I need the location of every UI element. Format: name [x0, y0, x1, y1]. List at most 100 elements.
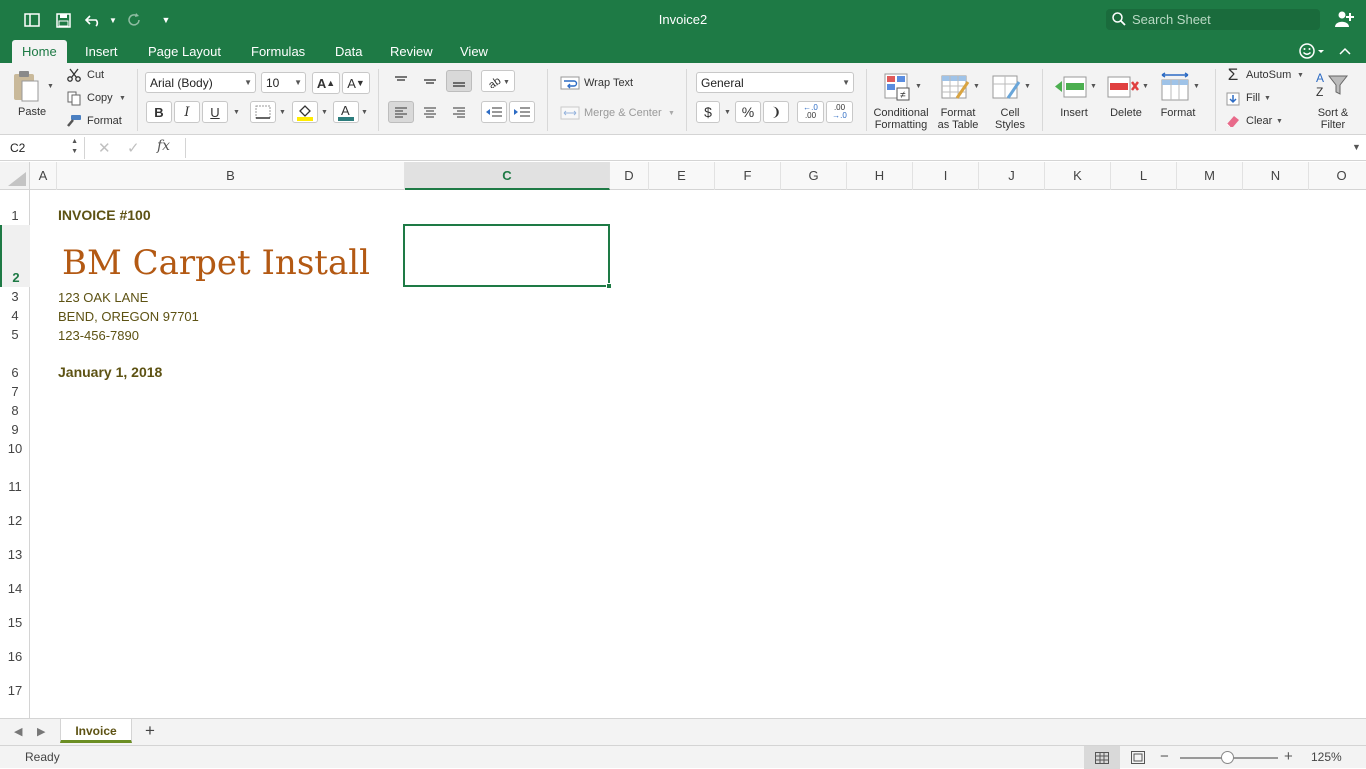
conditional-formatting-icon[interactable]: ≠	[881, 71, 915, 103]
expand-formula-bar-icon[interactable]: ▼	[1352, 142, 1361, 152]
insert-cells-icon[interactable]	[1053, 71, 1089, 103]
row-header-3[interactable]: 3	[0, 287, 30, 306]
row-header-2[interactable]: 2	[0, 225, 30, 287]
fill-dropdown-icon[interactable]: ▼	[1264, 95, 1271, 102]
undo-icon[interactable]	[84, 10, 104, 30]
borders-icon[interactable]	[250, 101, 276, 123]
name-box-stepper-icon[interactable]: ▲ ▼	[71, 137, 78, 157]
delete-cells-icon[interactable]	[1105, 71, 1141, 103]
delete-cells-button[interactable]: Delete	[1106, 107, 1146, 119]
column-header-a[interactable]: A	[30, 162, 57, 190]
row-header-14[interactable]: 14	[0, 564, 30, 598]
tab-insert[interactable]: Insert	[75, 40, 128, 63]
autosum-button[interactable]: AutoSum	[1246, 69, 1291, 81]
orientation-icon[interactable]: ab ▼	[481, 70, 515, 92]
align-left-icon[interactable]	[388, 101, 414, 123]
fill-button[interactable]: Fill	[1246, 92, 1260, 104]
scissors-icon[interactable]	[66, 67, 82, 83]
company-name-cell[interactable]: BM Carpet Install	[62, 243, 370, 283]
format-as-table-icon[interactable]	[938, 71, 972, 103]
increase-indent-icon[interactable]	[509, 101, 535, 123]
copy-button[interactable]: Copy	[87, 92, 113, 104]
align-right-icon[interactable]	[446, 101, 472, 123]
format-cells-icon[interactable]	[1157, 71, 1193, 103]
tab-review[interactable]: Review	[380, 40, 443, 63]
select-all-button[interactable]	[0, 162, 30, 190]
sheet-tab-invoice[interactable]: Invoice	[60, 719, 132, 743]
cut-button[interactable]: Cut	[87, 69, 104, 81]
column-header-m[interactable]: M	[1177, 162, 1243, 190]
column-header-d[interactable]: D	[610, 162, 649, 190]
zoom-level[interactable]: 125%	[1311, 750, 1342, 764]
page-layout-view-icon[interactable]	[1124, 746, 1152, 769]
italic-button[interactable]: I	[174, 101, 200, 123]
tab-formulas[interactable]: Formulas	[241, 40, 315, 63]
row-header-7[interactable]: 7	[0, 382, 30, 401]
font-color-icon[interactable]: A	[333, 101, 359, 123]
paste-icon[interactable]	[8, 67, 44, 105]
feedback-smiley-icon[interactable]	[1298, 42, 1328, 60]
next-sheet-icon[interactable]: ▶	[37, 725, 45, 738]
row-header-6[interactable]: 6	[0, 344, 30, 382]
copy-dropdown-icon[interactable]: ▼	[119, 95, 126, 102]
column-header-n[interactable]: N	[1243, 162, 1309, 190]
add-sheet-icon[interactable]: +	[145, 721, 155, 741]
decrease-indent-icon[interactable]	[481, 101, 507, 123]
font-name-dropdown[interactable]: Arial (Body) ▼	[145, 72, 256, 93]
column-header-e[interactable]: E	[649, 162, 715, 190]
insert-cells-button[interactable]: Insert	[1056, 107, 1092, 119]
city-state-cell[interactable]: BEND, OREGON 97701	[58, 309, 199, 324]
format-table-dropdown-icon[interactable]: ▼	[973, 83, 980, 90]
align-middle-icon[interactable]	[417, 70, 443, 92]
search-input[interactable]: Search Sheet	[1106, 9, 1320, 30]
fill-color-icon[interactable]	[292, 101, 318, 123]
insert-function-icon[interactable]: fx	[157, 138, 170, 154]
fill-handle[interactable]	[606, 283, 612, 289]
fill-down-icon[interactable]	[1225, 91, 1241, 107]
column-header-b[interactable]: B	[57, 162, 405, 190]
invoice-date-cell[interactable]: January 1, 2018	[58, 364, 162, 380]
row-header-13[interactable]: 13	[0, 530, 30, 564]
format-painter-icon[interactable]	[66, 113, 82, 129]
row-header-5[interactable]: 5	[0, 325, 30, 344]
conditional-dropdown-icon[interactable]: ▼	[915, 83, 922, 90]
merge-dropdown-icon[interactable]: ▼	[668, 110, 675, 117]
copy-icon[interactable]	[66, 90, 82, 106]
autosum-icon[interactable]: Σ	[1225, 65, 1241, 84]
sort-filter-icon[interactable]: AZ	[1313, 69, 1353, 101]
redo-icon[interactable]	[125, 10, 145, 30]
sort-filter-button[interactable]: Sort & Filter	[1313, 107, 1353, 131]
increase-decimal-button[interactable]: ←.0 .00	[797, 101, 824, 123]
column-header-l[interactable]: L	[1111, 162, 1177, 190]
font-size-dropdown[interactable]: 10 ▼	[261, 72, 306, 93]
format-dropdown-icon[interactable]: ▼	[1193, 83, 1200, 90]
sidebar-toggle-icon[interactable]	[22, 10, 42, 30]
collapse-ribbon-icon[interactable]	[1338, 42, 1354, 60]
cell-styles-button[interactable]: Cell Styles	[988, 107, 1032, 131]
clear-dropdown-icon[interactable]: ▼	[1276, 118, 1283, 125]
conditional-formatting-button[interactable]: Conditional Formatting	[869, 107, 933, 131]
autosum-dropdown-icon[interactable]: ▼	[1297, 72, 1304, 79]
add-person-icon[interactable]	[1334, 10, 1354, 30]
clear-button[interactable]: Clear	[1246, 115, 1272, 127]
format-cells-button[interactable]: Format	[1157, 107, 1199, 119]
zoom-out-icon[interactable]: −	[1160, 748, 1169, 765]
cancel-icon[interactable]: ✕	[98, 139, 111, 157]
undo-dropdown-icon[interactable]: ▼	[103, 10, 123, 30]
wrap-text-icon[interactable]	[559, 75, 581, 91]
column-header-k[interactable]: K	[1045, 162, 1111, 190]
name-box[interactable]: C2 ▲ ▼	[3, 137, 85, 159]
column-header-o[interactable]: O	[1309, 162, 1366, 190]
column-header-h[interactable]: H	[847, 162, 913, 190]
paste-button[interactable]: Paste	[18, 106, 46, 118]
decrease-font-size-button[interactable]: A ▼	[342, 72, 370, 94]
align-bottom-icon[interactable]	[446, 70, 472, 92]
street-address-cell[interactable]: 123 OAK LANE	[58, 290, 148, 305]
zoom-slider-thumb[interactable]	[1221, 751, 1234, 764]
column-header-c[interactable]: C	[405, 162, 610, 190]
column-header-j[interactable]: J	[979, 162, 1045, 190]
delete-dropdown-icon[interactable]: ▼	[1142, 83, 1149, 90]
active-cell-selection[interactable]	[403, 224, 612, 289]
font-color-dropdown-icon[interactable]: ▼	[361, 109, 368, 116]
borders-dropdown-icon[interactable]: ▼	[279, 109, 286, 116]
